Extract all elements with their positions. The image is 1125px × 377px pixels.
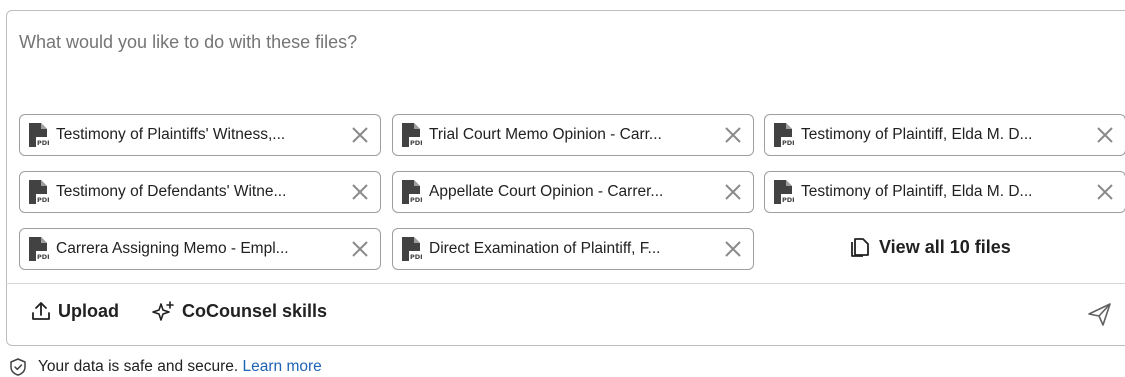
- prompt-input[interactable]: [19, 32, 719, 53]
- svg-text:PDF: PDF: [410, 253, 422, 261]
- svg-text:PDF: PDF: [410, 139, 422, 147]
- pdf-icon: PDF: [29, 180, 49, 204]
- svg-text:PDF: PDF: [782, 139, 794, 147]
- pdf-icon: PDF: [402, 237, 422, 261]
- pdf-icon: PDF: [29, 123, 49, 147]
- upload-label: Upload: [58, 300, 119, 321]
- pdf-icon: PDF: [774, 180, 794, 204]
- close-icon[interactable]: [350, 239, 370, 259]
- send-icon[interactable]: [1087, 301, 1113, 327]
- file-name: Appellate Court Opinion - Carrer...: [429, 183, 664, 200]
- upload-icon: [32, 302, 50, 320]
- skills-label: CoCounsel skills: [182, 300, 328, 321]
- file-chip[interactable]: PDF Trial Court Memo Opinion - Carr...: [392, 114, 754, 156]
- sparkle-icon: [152, 301, 174, 321]
- file-chip[interactable]: PDF Testimony of Plaintiff, Elda M. D...: [764, 114, 1125, 156]
- cocounsel-skills-button[interactable]: CoCounsel skills: [152, 300, 327, 322]
- close-icon[interactable]: [723, 125, 743, 145]
- file-chip[interactable]: PDF Testimony of Plaintiffs' Witness,...: [19, 114, 381, 156]
- svg-text:PDF: PDF: [410, 196, 422, 204]
- shield-check-icon: [10, 358, 26, 376]
- toolbar-divider: [6, 283, 1125, 284]
- security-notice: Your data is safe and secure. Learn more: [8, 357, 322, 377]
- file-chip[interactable]: PDF Direct Examination of Plaintiff, F..…: [392, 228, 754, 270]
- pdf-icon: PDF: [29, 237, 49, 261]
- close-icon[interactable]: [723, 239, 743, 259]
- security-text: Your data is safe and secure.: [38, 358, 239, 375]
- pdf-icon: PDF: [774, 123, 794, 147]
- pdf-icon: PDF: [402, 180, 422, 204]
- upload-button[interactable]: Upload: [30, 300, 119, 322]
- view-all-label: View all 10 files: [879, 236, 1011, 257]
- close-icon[interactable]: [1095, 125, 1115, 145]
- file-chip[interactable]: PDF Carrera Assigning Memo - Empl...: [19, 228, 381, 270]
- close-icon[interactable]: [350, 182, 370, 202]
- file-name: Direct Examination of Plaintiff, F...: [429, 240, 661, 257]
- svg-text:PDF: PDF: [37, 196, 49, 204]
- file-name: Testimony of Plaintiff, Elda M. D...: [801, 126, 1033, 143]
- svg-text:PDF: PDF: [37, 139, 49, 147]
- file-chip[interactable]: PDF Testimony of Defendants' Witne...: [19, 171, 381, 213]
- file-name: Testimony of Defendants' Witne...: [56, 183, 287, 200]
- file-name: Testimony of Plaintiff, Elda M. D...: [801, 183, 1033, 200]
- svg-text:PDF: PDF: [37, 253, 49, 261]
- file-chip[interactable]: PDF Appellate Court Opinion - Carrer...: [392, 171, 754, 213]
- file-name: Carrera Assigning Memo - Empl...: [56, 240, 289, 257]
- svg-text:PDF: PDF: [782, 196, 794, 204]
- file-chip[interactable]: PDF Testimony of Plaintiff, Elda M. D...: [764, 171, 1125, 213]
- view-all-files-button[interactable]: View all 10 files: [849, 236, 1011, 258]
- files-icon: [851, 238, 869, 257]
- close-icon[interactable]: [350, 125, 370, 145]
- learn-more-link[interactable]: Learn more: [243, 358, 322, 375]
- pdf-icon: PDF: [402, 123, 422, 147]
- close-icon[interactable]: [723, 182, 743, 202]
- file-name: Testimony of Plaintiffs' Witness,...: [56, 126, 286, 143]
- file-name: Trial Court Memo Opinion - Carr...: [429, 126, 662, 143]
- close-icon[interactable]: [1095, 182, 1115, 202]
